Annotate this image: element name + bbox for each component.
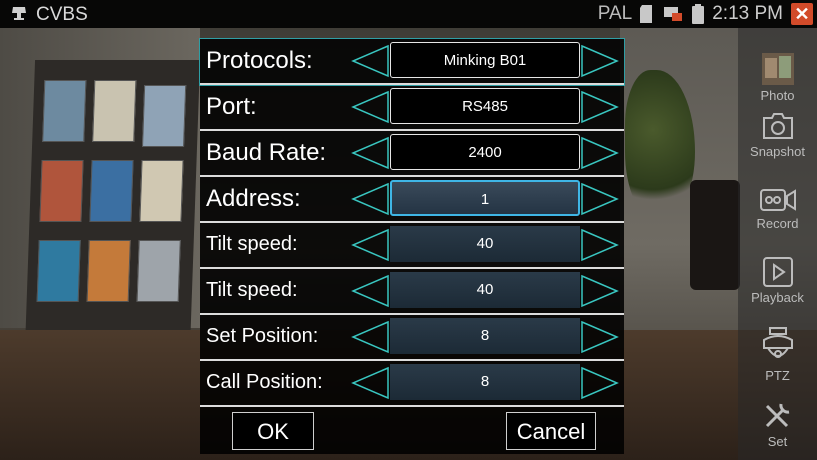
ptz-button[interactable]: PTZ	[738, 326, 817, 383]
call-position-value[interactable]: 8	[390, 364, 580, 400]
photo-label: Photo	[760, 88, 795, 103]
tilt-speed-label: Tilt speed:	[206, 233, 298, 255]
set-label: Set	[767, 434, 788, 449]
baud-rate-value[interactable]: 2400	[390, 134, 580, 170]
call-position-row: Call Position: 8	[200, 361, 624, 407]
brochure-rack	[24, 60, 201, 350]
tilt-speed-row: Tilt speed: 40	[200, 223, 624, 269]
protocols-next-arrow-icon[interactable]	[580, 44, 620, 78]
protocols-row: Protocols: Minking B01	[199, 38, 625, 86]
play-icon	[762, 257, 793, 287]
playback-button[interactable]: Playback	[738, 256, 817, 305]
port-next-arrow-icon[interactable]	[580, 90, 620, 124]
tools-wrench-icon	[765, 403, 789, 428]
status-bar: CVBS PAL 2:13 PM ✕	[0, 0, 817, 28]
ok-button[interactable]: OK	[232, 412, 314, 450]
baud-rate-next-arrow-icon[interactable]	[580, 136, 620, 170]
record-label: Record	[756, 216, 799, 231]
tilt-speed-2-prev-arrow-icon[interactable]	[350, 274, 390, 308]
tilt-speed-value-2[interactable]: 40	[390, 272, 580, 308]
clock: 2:13 PM	[712, 3, 783, 24]
ptz-label: PTZ	[765, 368, 790, 383]
snapshot-camera-icon	[762, 113, 793, 139]
battery-icon	[692, 4, 705, 24]
port-prev-arrow-icon[interactable]	[350, 90, 390, 124]
chair	[690, 180, 740, 290]
tilt-speed-prev-arrow-icon[interactable]	[350, 228, 390, 262]
tilt-speed-label-2: Tilt speed:	[206, 279, 298, 301]
address-next-arrow-icon[interactable]	[580, 182, 620, 216]
video-standard: PAL	[597, 3, 633, 24]
baud-rate-label: Baud Rate:	[206, 139, 327, 166]
snapshot-button[interactable]: Snapshot	[738, 110, 817, 159]
protocols-prev-arrow-icon[interactable]	[350, 44, 390, 78]
call-position-label: Call Position:	[206, 371, 323, 393]
app-title: CVBS	[36, 4, 88, 25]
tilt-speed-next-arrow-icon[interactable]	[580, 228, 620, 262]
tilt-speed-row-2: Tilt speed: 40	[200, 269, 624, 315]
record-button[interactable]: Record	[738, 186, 817, 231]
protocols-value[interactable]: Minking B01	[390, 42, 580, 78]
network-icon	[664, 7, 683, 21]
ptz-settings-dialog: Protocols: Minking B01 Port: RS485 Baud …	[199, 38, 625, 454]
set-position-label: Set Position:	[206, 325, 319, 347]
set-button[interactable]: Set	[738, 398, 817, 449]
tilt-speed-value[interactable]: 40	[390, 226, 580, 262]
call-position-prev-arrow-icon[interactable]	[350, 366, 390, 400]
cancel-button[interactable]: Cancel	[506, 412, 596, 450]
port-row: Port: RS485	[200, 85, 624, 131]
close-icon: ✕	[794, 4, 810, 24]
tilt-speed-2-next-arrow-icon[interactable]	[580, 274, 620, 308]
photo-thumbnail-icon	[761, 53, 794, 85]
address-row: Address: 1	[200, 177, 624, 223]
ptz-dome-camera-icon	[762, 327, 793, 358]
baud-rate-prev-arrow-icon[interactable]	[350, 136, 390, 170]
sd-card-icon	[640, 5, 653, 23]
address-input[interactable]: 1	[390, 180, 580, 216]
address-prev-arrow-icon[interactable]	[350, 182, 390, 216]
protocols-label: Protocols:	[206, 47, 313, 74]
call-position-next-arrow-icon[interactable]	[580, 366, 620, 400]
baud-rate-row: Baud Rate: 2400	[200, 131, 624, 177]
side-toolbar: Photo Snapshot Record Playback PTZ Set	[738, 28, 817, 460]
set-position-value[interactable]: 8	[390, 318, 580, 354]
address-label: Address:	[206, 185, 301, 212]
set-position-next-arrow-icon[interactable]	[580, 320, 620, 354]
photo-button[interactable]: Photo	[738, 52, 817, 103]
playback-label: Playback	[751, 290, 804, 305]
set-position-row: Set Position: 8	[200, 315, 624, 361]
record-video-icon	[759, 189, 796, 211]
camera-icon	[12, 7, 26, 20]
port-label: Port:	[206, 93, 257, 120]
close-button[interactable]: ✕	[791, 3, 813, 25]
set-position-prev-arrow-icon[interactable]	[350, 320, 390, 354]
snapshot-label: Snapshot	[750, 144, 805, 159]
port-value[interactable]: RS485	[390, 88, 580, 124]
